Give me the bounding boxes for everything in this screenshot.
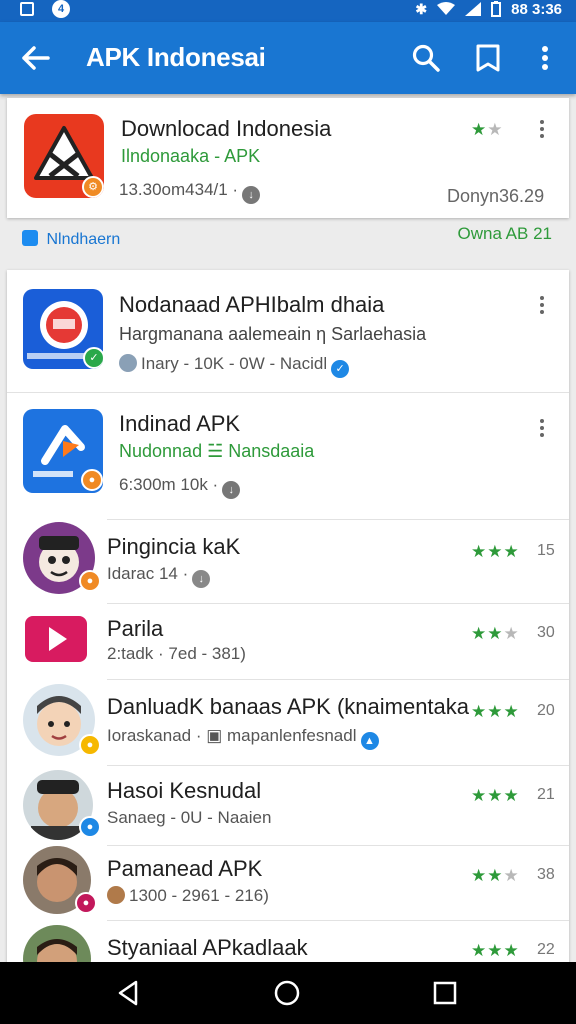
rating-count: 38 xyxy=(537,866,555,883)
app-meta: 2:tadk · 7ed - 381) xyxy=(107,644,246,663)
badge-icon: ● xyxy=(75,892,97,914)
app-meta-text: Ioraskanad · ▣ mapanlenfesnadl xyxy=(107,726,357,745)
app-subtitle: Nudonnad ☱ Nansdaaia xyxy=(119,441,315,461)
badge-icon: ✓ xyxy=(83,347,103,369)
rating-count: 30 xyxy=(537,624,555,641)
app-title: Indinad APK xyxy=(119,411,241,436)
app-icon-indonesia: ✓ xyxy=(23,289,103,369)
more-icon[interactable] xyxy=(539,120,545,142)
list-item[interactable]: ● Pamanead APK 1300 - 2961 - 216) ★★★ 38 xyxy=(7,846,569,920)
app-title: Nodanaad APHIbalm dhaia xyxy=(119,292,385,317)
app-icon-play: ● xyxy=(23,409,103,493)
status-bar: 4 ✱ 88 3:36 xyxy=(0,0,576,22)
user-avatar-icon xyxy=(119,354,137,372)
user-avatar-icon xyxy=(107,886,125,904)
bluetooth-icon: ✱ xyxy=(415,0,428,17)
status-time: 88 3:36 xyxy=(511,0,562,18)
badge-icon: ● xyxy=(79,734,101,756)
app-bar: APK Indonesai xyxy=(0,22,576,94)
app-title: DanluadK banaas APK (knaimentaka xyxy=(107,694,470,719)
twitter-icon xyxy=(22,230,38,246)
rating-count: 20 xyxy=(537,702,555,719)
list-item[interactable]: ● Indinad APK Nudonnad ☱ Nansdaaia 6:300… xyxy=(7,393,569,519)
list-item[interactable]: ● Pingincia kaK Idarac 14 · ↓ ★★★ 15 xyxy=(7,520,569,604)
app-meta-text: 6:300m 10k · xyxy=(119,475,219,494)
rating-stars: ★★★ xyxy=(471,941,520,960)
app-title: Parila xyxy=(107,616,164,641)
rating-count: 15 xyxy=(537,542,555,559)
app-meta-text: 1300 - 2961 - 216) xyxy=(129,886,269,905)
more-icon[interactable] xyxy=(539,419,545,441)
page-title: APK Indonesai xyxy=(86,42,266,72)
download-icon: ↓ xyxy=(242,186,261,204)
nav-home-icon[interactable] xyxy=(272,978,302,1008)
signal-icon xyxy=(465,2,482,16)
app-meta-text: Idarac 14 · xyxy=(107,564,189,583)
list-item[interactable]: ● Hasoi Kesnudal Sanaeg - 0U - Naaien ★★… xyxy=(7,766,569,846)
featured-app-card[interactable]: ⚙ Downlocad Indonesia Ilndonaaka - APK 1… xyxy=(7,98,569,218)
badge-icon: ● xyxy=(81,469,103,491)
more-icon[interactable] xyxy=(539,296,545,318)
list-item[interactable]: ● DanluadK banaas APK (knaimentaka Ioras… xyxy=(7,680,569,766)
featured-meta: 13.30om434/1 · ↓ xyxy=(119,180,261,204)
more-vert-icon[interactable] xyxy=(530,42,560,74)
rating-stars: ★★★ xyxy=(471,702,520,721)
featured-title: Downlocad Indonesia xyxy=(121,116,332,141)
back-arrow-icon[interactable] xyxy=(18,42,54,74)
wifi-icon xyxy=(437,2,456,15)
app-title: Pamanead APK xyxy=(107,856,263,881)
notification-icon xyxy=(20,2,34,16)
featured-date: Donyn36.29 xyxy=(447,186,545,206)
rating-count: 22 xyxy=(537,941,555,958)
battery-icon xyxy=(491,1,502,17)
list-item[interactable]: Parila 2:tadk · 7ed - 381) ★★★ 30 xyxy=(7,604,569,680)
app-meta: Ioraskanad · ▣ mapanlenfesnadl ▲ xyxy=(107,726,379,750)
rating-stars: ★★★ xyxy=(471,786,520,805)
nav-recents-icon[interactable] xyxy=(430,978,460,1008)
app-meta-text: Inary - 10K - 0W - Nacidl xyxy=(141,354,328,373)
app-icon-warning: ⚙ xyxy=(24,114,104,198)
section-right-label: Owna AB 21 xyxy=(457,224,552,243)
list-item[interactable]: ✓ Nodanaad APHIbalm dhaia Hargmanana aal… xyxy=(7,270,569,392)
badge-icon: ⚙ xyxy=(82,176,104,198)
verified-icon: ✓ xyxy=(331,360,350,378)
rating-stars: ★★★ xyxy=(471,866,520,885)
download-icon: ↓ xyxy=(192,570,211,588)
app-meta: Inary - 10K - 0W - Nacidl ✓ xyxy=(119,354,350,378)
download-icon: ↓ xyxy=(222,481,241,499)
featured-subtitle: Ilndonaaka - APK xyxy=(121,146,261,166)
video-play-icon xyxy=(25,616,87,662)
rating-stars: ★★★ xyxy=(471,542,520,561)
app-title: Pingincia kaK xyxy=(107,534,241,559)
section-label[interactable]: Nlndhaern xyxy=(46,231,120,248)
app-meta: Idarac 14 · ↓ xyxy=(107,564,211,588)
badge-icon: ● xyxy=(79,816,101,838)
nav-back-icon[interactable] xyxy=(114,978,144,1008)
app-title: Styaniaal APkadlaak xyxy=(107,935,308,960)
alert-icon: 4 xyxy=(52,0,70,18)
app-subtitle: Hargmanana aalemeain η Sarlaehasia xyxy=(119,324,427,344)
rating-stars: ★★★ xyxy=(471,624,520,643)
rating-count: 21 xyxy=(537,786,555,803)
section-header: Nlndhaern Owna AB 21 xyxy=(22,224,552,254)
app-list-card: ✓ Nodanaad APHIbalm dhaia Hargmanana aal… xyxy=(7,270,569,970)
app-meta: 6:300m 10k · ↓ xyxy=(119,475,241,499)
rating-stars: ★★ xyxy=(471,120,504,139)
verified-icon: ▲ xyxy=(360,732,379,750)
app-meta: Sanaeg - 0U - Naaien xyxy=(107,808,272,827)
app-title: Hasoi Kesnudal xyxy=(107,778,262,803)
system-nav-bar xyxy=(0,962,576,1024)
app-meta: 1300 - 2961 - 216) xyxy=(107,886,269,906)
bookmark-icon[interactable] xyxy=(472,42,504,74)
featured-meta-text: 13.30om434/1 · xyxy=(119,180,239,199)
badge-icon: ● xyxy=(79,570,101,592)
search-icon[interactable] xyxy=(410,42,442,74)
